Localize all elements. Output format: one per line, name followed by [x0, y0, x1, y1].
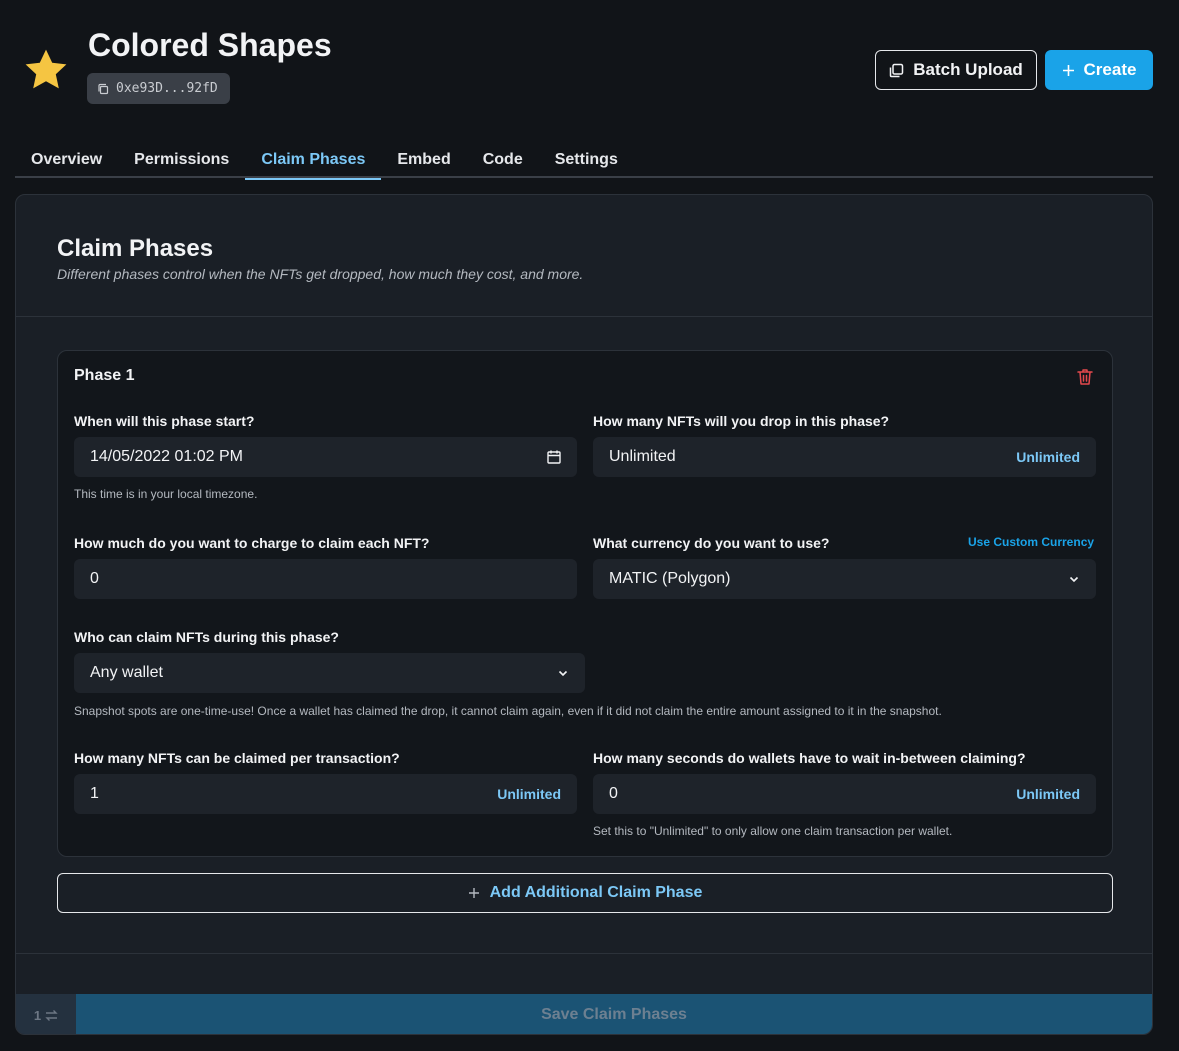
currency-label: What currency do you want to use? [593, 535, 830, 551]
divider [16, 953, 1152, 954]
trash-icon[interactable] [1075, 367, 1095, 387]
create-button[interactable]: Create [1045, 50, 1153, 90]
claim-phases-card: Claim Phases Different phases control wh… [15, 194, 1153, 1035]
contract-address-chip[interactable]: 0xe93D...92fD [87, 73, 230, 104]
tab-claim-phases[interactable]: Claim Phases [245, 145, 382, 180]
start-date-value: 14/05/2022 01:02 PM [90, 448, 244, 465]
supply-label: How many NFTs will you drop in this phas… [593, 413, 890, 429]
use-custom-currency-link[interactable]: Use Custom Currency [968, 535, 1094, 549]
batch-upload-icon [889, 63, 904, 77]
add-claim-phase-button[interactable]: Add Additional Claim Phase [57, 873, 1113, 913]
star-icon [25, 49, 67, 89]
phase-title: Phase 1 [74, 367, 135, 384]
supply-value: Unlimited [609, 448, 676, 465]
chevron-down-icon [558, 670, 568, 677]
tab-code[interactable]: Code [467, 145, 539, 178]
per-tx-label: How many NFTs can be claimed per transac… [74, 750, 400, 766]
tab-permissions[interactable]: Permissions [118, 145, 245, 178]
plus-icon [1062, 64, 1074, 76]
tab-bar: Overview Permissions Claim Phases Embed … [15, 145, 1153, 180]
page-title: Colored Shapes [88, 27, 332, 63]
who-value: Any wallet [90, 664, 163, 681]
plus-icon [468, 888, 479, 898]
who-select[interactable]: Any wallet [74, 653, 585, 693]
per-tx-input[interactable]: 1 Unlimited [74, 774, 577, 814]
save-bar: 1 Save Claim Phases [16, 994, 1152, 1034]
tab-settings[interactable]: Settings [539, 145, 634, 178]
price-value: 0 [90, 570, 99, 587]
price-input[interactable]: 0 [74, 559, 577, 599]
changes-count: 1 [33, 1007, 42, 1023]
per-tx-unlimited-button[interactable]: Unlimited [497, 786, 561, 802]
save-claim-phases-button[interactable]: Save Claim Phases [76, 994, 1152, 1034]
chevron-down-icon [1069, 576, 1079, 583]
card-subtitle: Different phases control when the NFTs g… [57, 266, 584, 282]
card-title: Claim Phases [57, 235, 214, 262]
supply-unlimited-button[interactable]: Unlimited [1016, 449, 1080, 465]
currency-select[interactable]: MATIC (Polygon) [593, 559, 1096, 599]
tab-overview[interactable]: Overview [15, 145, 118, 178]
wait-label: How many seconds do wallets have to wait… [593, 750, 1026, 766]
start-hint: This time is in your local timezone. [74, 487, 258, 501]
who-label: Who can claim NFTs during this phase? [74, 629, 339, 645]
swap-icon [45, 1009, 58, 1021]
start-date-input[interactable]: 14/05/2022 01:02 PM [74, 437, 577, 477]
card-header: Claim Phases Different phases control wh… [16, 195, 1152, 317]
wait-hint: Set this to "Unlimited" to only allow on… [593, 824, 953, 838]
wait-input[interactable]: 0 Unlimited [593, 774, 1096, 814]
add-claim-phase-label: Add Additional Claim Phase [489, 884, 703, 901]
per-tx-value: 1 [90, 785, 99, 802]
wait-unlimited-button[interactable]: Unlimited [1016, 786, 1080, 802]
calendar-icon[interactable] [547, 450, 561, 464]
wait-value: 0 [609, 785, 618, 802]
create-label: Create [1083, 60, 1137, 79]
batch-upload-label: Batch Upload [913, 60, 1023, 79]
supply-input[interactable]: Unlimited Unlimited [593, 437, 1096, 477]
copy-icon [98, 83, 109, 94]
batch-upload-button[interactable]: Batch Upload [875, 50, 1037, 90]
price-label: How much do you want to charge to claim … [74, 535, 430, 551]
currency-value: MATIC (Polygon) [609, 570, 731, 587]
tab-embed[interactable]: Embed [381, 145, 466, 178]
start-label: When will this phase start? [74, 413, 255, 429]
snapshot-hint: Snapshot spots are one-time-use! Once a … [74, 704, 942, 718]
contract-address: 0xe93D...92fD [116, 81, 218, 96]
phase-panel: Phase 1 When will this phase start? 14/0… [57, 350, 1113, 857]
changes-counter: 1 [16, 994, 76, 1034]
page-header: Colored Shapes 0xe93D...92fD Batch Uploa… [0, 0, 1179, 140]
